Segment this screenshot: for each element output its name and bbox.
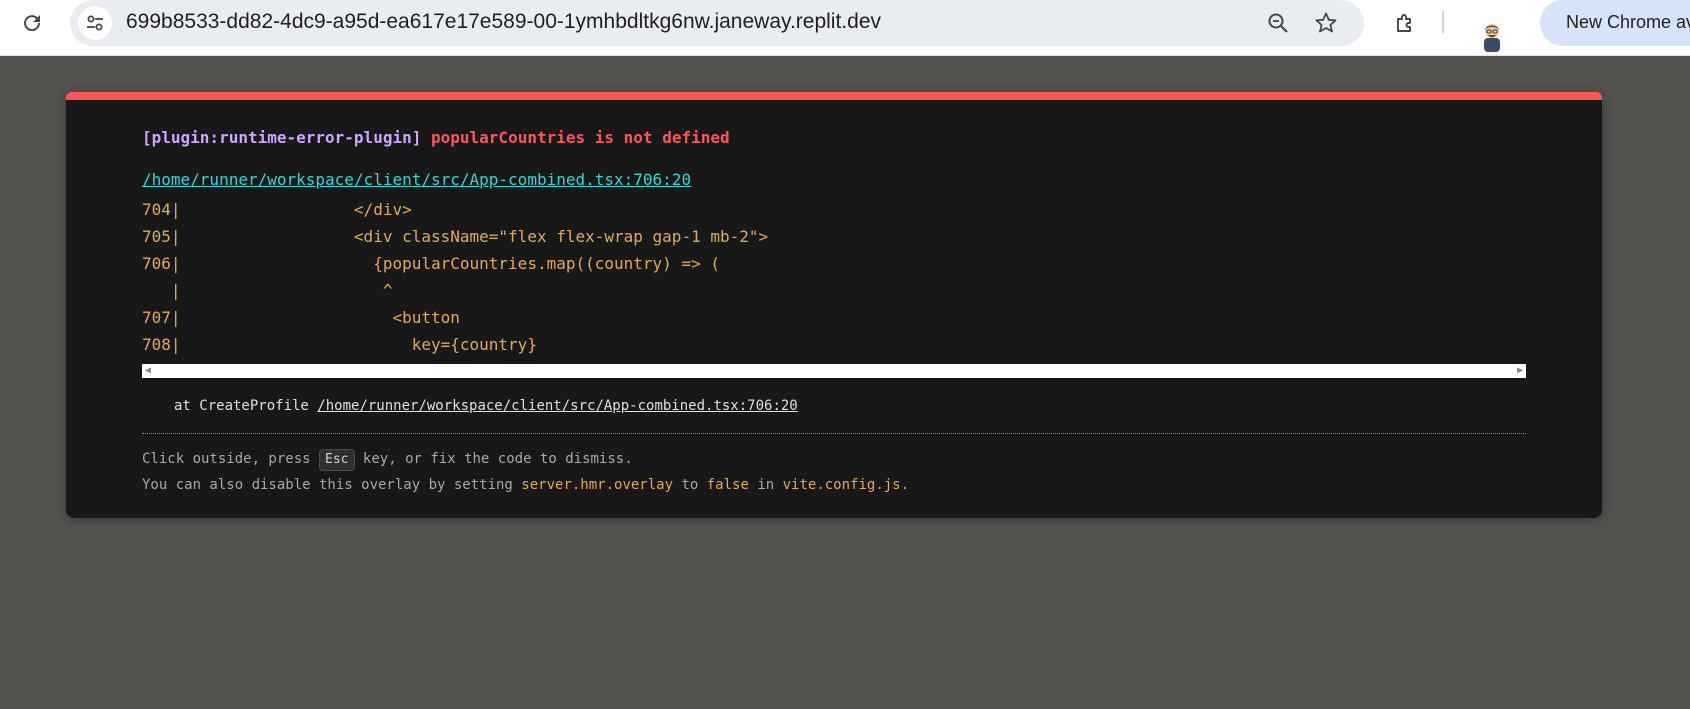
- extensions-icon[interactable]: [1390, 7, 1422, 39]
- code-frame: 704| </div> 705| <div className="flex fl…: [142, 196, 768, 358]
- tip-text: You can also disable this overlay by set…: [142, 477, 522, 493]
- tip-text: to: [673, 477, 707, 493]
- config-value: false: [706, 477, 749, 493]
- error-overlay: [plugin:runtime-error-plugin] popularCou…: [66, 92, 1602, 518]
- stack-prefix: at CreateProfile: [174, 398, 318, 414]
- zoom-icon[interactable]: [1263, 8, 1293, 38]
- reload-icon[interactable]: [18, 9, 46, 37]
- address-bar[interactable]: 699b8533-dd82-4dc9-a95d-ea617e17e589-00-…: [70, 0, 1364, 46]
- toolbar-separator: [1442, 11, 1444, 33]
- scroll-left-icon[interactable]: ◀: [145, 366, 151, 376]
- stack-trace: at CreateProfile /home/runner/workspace/…: [174, 398, 798, 414]
- esc-key: Esc: [319, 449, 355, 471]
- config-file: vite.config.js: [782, 477, 901, 493]
- error-message: [plugin:runtime-error-plugin] popularCou…: [142, 128, 730, 147]
- plugin-name: [plugin:runtime-error-plugin]: [142, 128, 422, 147]
- code-line: 708| key={country}: [142, 335, 537, 354]
- disable-overlay-tip: You can also disable this overlay by set…: [142, 477, 909, 493]
- scroll-right-icon[interactable]: ▶: [1517, 366, 1523, 376]
- new-chrome-available-button[interactable]: New Chrome av: [1540, 0, 1690, 46]
- code-line: 706| {popularCountries.map((country) => …: [142, 254, 720, 273]
- code-line: 705| <div className="flex flex-wrap gap-…: [142, 227, 769, 246]
- error-file-link[interactable]: /home/runner/workspace/client/src/App-co…: [142, 170, 691, 189]
- config-key: server.hmr.overlay: [521, 477, 674, 493]
- horizontal-scrollbar[interactable]: ◀ ▶: [142, 364, 1526, 378]
- stack-file-link[interactable]: /home/runner/workspace/client/src/App-co…: [317, 398, 797, 414]
- tip-text: Click outside, press: [142, 451, 320, 467]
- code-line: 707| <button: [142, 308, 460, 327]
- tip-text: key, or fix the code to dismiss.: [354, 451, 633, 467]
- error-text: popularCountries is not defined: [431, 128, 730, 147]
- tip-text: .: [900, 477, 910, 493]
- profile-avatar[interactable]: [1477, 20, 1507, 52]
- code-line: | ^: [142, 281, 393, 300]
- dismiss-tip: Click outside, press Esc key, or fix the…: [142, 449, 633, 471]
- code-line: 704| </div>: [142, 200, 412, 219]
- divider: [142, 433, 1526, 434]
- site-info-icon[interactable]: [78, 6, 112, 40]
- browser-toolbar: 699b8533-dd82-4dc9-a95d-ea617e17e589-00-…: [0, 0, 1690, 56]
- tip-text: in: [748, 477, 783, 493]
- url-text[interactable]: 699b8533-dd82-4dc9-a95d-ea617e17e589-00-…: [126, 10, 881, 34]
- bookmark-star-icon[interactable]: [1311, 8, 1341, 38]
